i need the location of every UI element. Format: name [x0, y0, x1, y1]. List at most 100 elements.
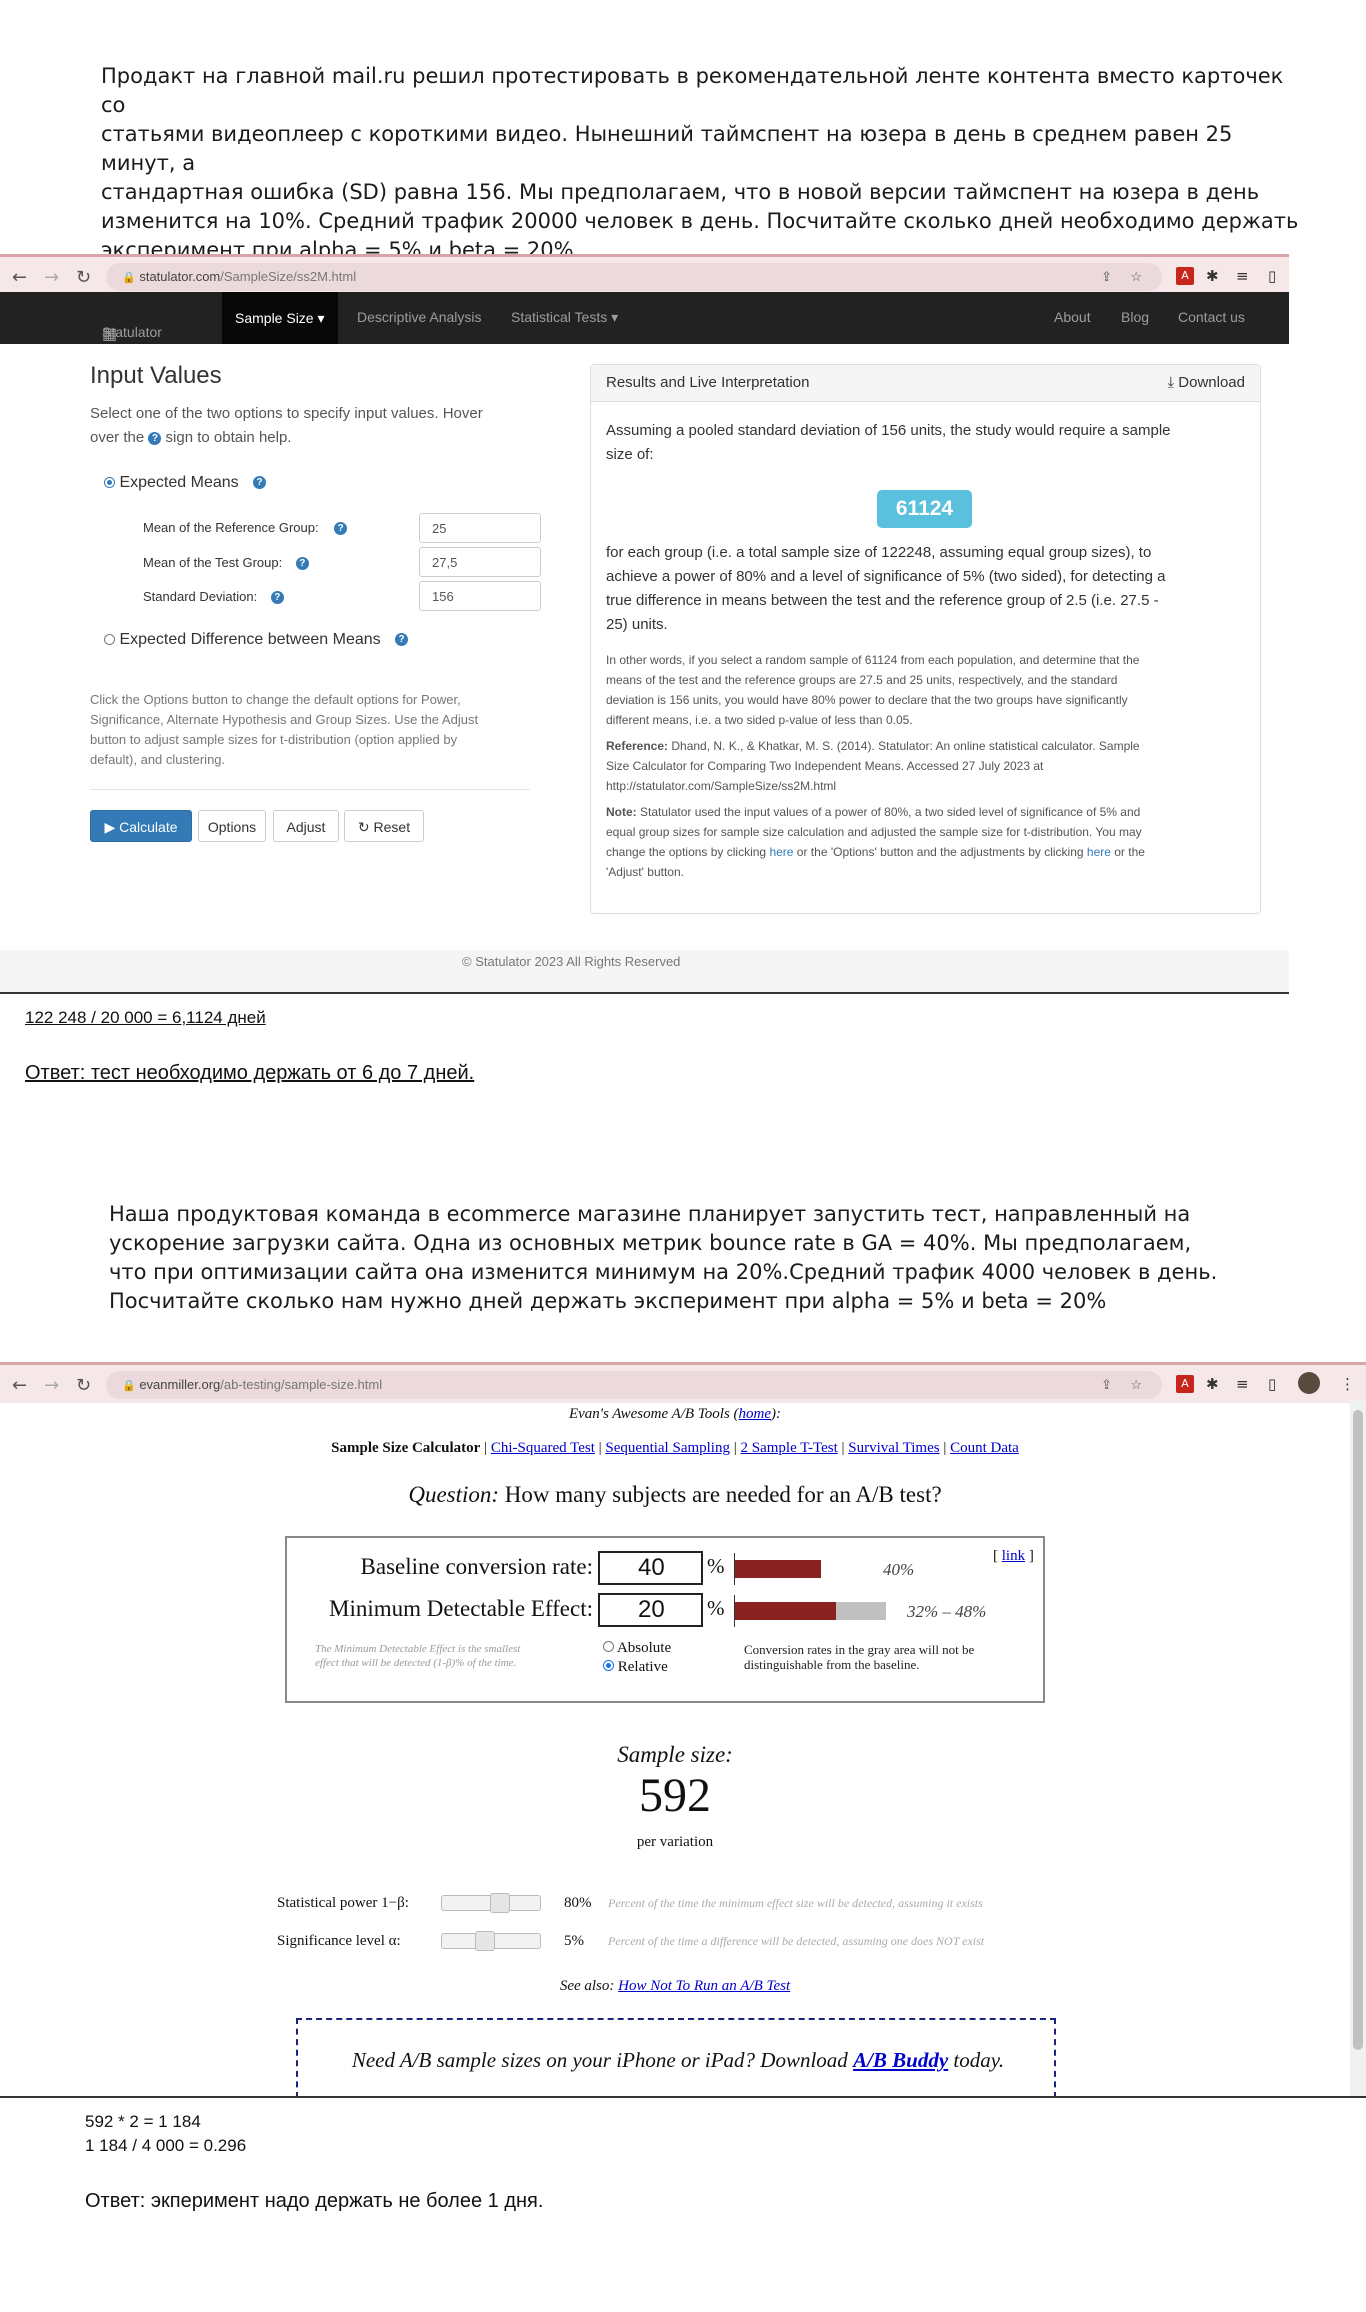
task2-text: Наша продуктовая команда в ecommerce маг…	[109, 1200, 1309, 1316]
nav-sequential[interactable]: Sequential Sampling	[605, 1440, 730, 1456]
extensions-icon[interactable]: ✱	[1206, 1375, 1219, 1393]
side-panel-icon[interactable]: ▯	[1268, 267, 1276, 285]
baseline-input[interactable]: 40	[598, 1551, 703, 1585]
home-link[interactable]: home	[739, 1406, 772, 1422]
profile-avatar[interactable]	[1298, 1372, 1320, 1394]
adjust-here-link[interactable]: here	[1087, 845, 1111, 859]
option-expected-difference[interactable]: Expected Difference between Means ?	[104, 631, 409, 649]
note-line: or the	[1110, 845, 1145, 859]
baseline-bar-fill	[735, 1560, 821, 1578]
input-help: Select one of the two options to specify…	[90, 402, 560, 450]
task1-text: Продакт на главной mail.ru решил протест…	[101, 62, 1301, 265]
share-icon[interactable]: ⇪	[1101, 263, 1112, 291]
field-label-reference: Mean of the Reference Group: ?	[143, 520, 348, 536]
statulator-navbar: ▦ Statulator Sample Size ▾ Descriptive A…	[0, 292, 1289, 344]
options-here-link[interactable]: here	[769, 845, 793, 859]
nav-chi-squared[interactable]: Chi-Squared Test	[491, 1440, 595, 1456]
nav-statistical-tests[interactable]: Statistical Tests ▾	[511, 309, 618, 326]
nav-count-data[interactable]: Count Data	[950, 1440, 1019, 1456]
nav-survival[interactable]: Survival Times	[848, 1440, 939, 1456]
baseline-bar	[734, 1553, 886, 1585]
how-not-to-run-link[interactable]: How Not To Run an A/B Test	[618, 1978, 790, 1994]
options-note-line: Click the Options button to change the d…	[90, 692, 461, 707]
relative-option[interactable]: Relative	[603, 1659, 668, 1676]
reference: Reference: Dhand, N. K., & Khatkar, M. S…	[606, 736, 1246, 796]
menu-icon[interactable]: ⋮	[1340, 1375, 1355, 1393]
radio-icon[interactable]	[104, 634, 115, 646]
question-text: How many subjects are needed for an A/B …	[499, 1482, 942, 1507]
download-link[interactable]: ⤓ Download	[1167, 374, 1245, 391]
significance-slider[interactable]	[441, 1931, 541, 1951]
results-panel-header: Results and Live Interpretation ⤓ Downlo…	[591, 365, 1260, 402]
tools-title: Evan's Awesome A/B Tools (home):	[0, 1406, 1350, 1423]
reset-button[interactable]: ↻ Reset	[344, 810, 424, 842]
nav-about[interactable]: About	[1054, 309, 1091, 325]
star-icon[interactable]: ☆	[1130, 1371, 1142, 1399]
calculate-button[interactable]: ▶ Calculate	[90, 810, 192, 842]
test-mean-input[interactable]: 27,5	[419, 547, 541, 577]
see-also-text: See also:	[559, 1978, 619, 1994]
forward-icon[interactable]: →	[44, 267, 59, 288]
extensions-icon[interactable]: ✱	[1206, 267, 1219, 285]
pdf-extension-icon[interactable]: A	[1176, 267, 1194, 285]
scrollbar[interactable]	[1350, 1400, 1366, 2097]
note-line: or the 'Options' button and the adjustme…	[793, 845, 1087, 859]
star-icon[interactable]: ☆	[1130, 263, 1142, 291]
address-bar[interactable]: 🔒 evanmiller.org/ab-testing/sample-size.…	[106, 1371, 1162, 1399]
other-words-line: In other words, if you select a random s…	[606, 653, 1140, 667]
help-icon: ?	[253, 476, 267, 490]
pdf-extension-icon[interactable]: A	[1176, 1375, 1194, 1393]
link-button[interactable]: [ link ]	[993, 1548, 1034, 1565]
back-icon[interactable]: ←	[12, 267, 27, 288]
sd-input[interactable]: 156	[419, 581, 541, 611]
nav-t-test[interactable]: 2 Sample T-Test	[741, 1440, 838, 1456]
share-icon[interactable]: ⇪	[1101, 1371, 1112, 1399]
significance-slider-knob[interactable]	[475, 1931, 495, 1951]
nav-sample-size[interactable]: Sample Size ▾	[222, 292, 338, 344]
radio-icon[interactable]	[603, 1641, 614, 1652]
radio-selected-icon[interactable]	[603, 1660, 614, 1671]
field-label-test: Mean of the Test Group: ?	[143, 555, 309, 571]
reload-icon[interactable]: ↻	[76, 267, 91, 288]
baseline-label: Baseline conversion rate:	[360, 1554, 593, 1579]
mde-note-line: The Minimum Detectable Effect is the sma…	[315, 1643, 521, 1655]
back-icon[interactable]: ←	[12, 1375, 27, 1396]
question-label: Question:	[408, 1482, 500, 1507]
option-expected-means[interactable]: Expected Means ?	[104, 474, 267, 492]
task1-line: статьями видеоплеер с короткими видео. Н…	[101, 122, 1233, 175]
reload-icon[interactable]: ↻	[76, 1375, 91, 1396]
forward-icon[interactable]: →	[44, 1375, 59, 1396]
other-words: In other words, if you select a random s…	[606, 650, 1246, 730]
side-panel-icon[interactable]: ▯	[1268, 1375, 1276, 1393]
task1-line: стандартная ошибка (SD) равна 156. Мы пр…	[101, 180, 1260, 204]
task2-line: что при оптимизации сайта она изменится …	[109, 1260, 1218, 1284]
mde-input[interactable]: 20	[598, 1593, 703, 1627]
footer-text: © Statulator 2023 All Rights Reserved	[462, 954, 681, 969]
nav-descriptive-analysis[interactable]: Descriptive Analysis	[357, 309, 482, 325]
reference-line: http://statulator.com/SampleSize/ss2M.ht…	[606, 779, 837, 793]
download-label: Download	[1178, 374, 1245, 391]
absolute-option[interactable]: Absolute	[603, 1640, 671, 1657]
input-help-line: Select one of the two options to specify…	[90, 405, 483, 422]
result-intro-line: size of:	[606, 446, 654, 463]
result-body-line: true difference in means between the tes…	[606, 592, 1159, 609]
power-slider-knob[interactable]	[490, 1893, 510, 1913]
browser-toolbar-1: ← → ↻ 🔒 statulator.com/SampleSize/ss2M.h…	[0, 254, 1289, 295]
answer1-text: Ответ: тест необходимо держать от 6 до 7…	[25, 1062, 475, 1084]
ab-buddy-link[interactable]: A/B Buddy	[853, 2048, 948, 2072]
promo-line: today.	[948, 2048, 1005, 2072]
options-button[interactable]: Options	[198, 810, 266, 842]
power-slider[interactable]	[441, 1893, 541, 1913]
reading-list-icon[interactable]: ≡	[1236, 1375, 1249, 1393]
radio-selected-icon[interactable]	[104, 477, 115, 489]
adjust-button[interactable]: Adjust	[273, 810, 339, 842]
task1-line: изменится на 10%. Средний трафик 20000 ч…	[101, 209, 1299, 233]
reference-mean-input[interactable]: 25	[419, 513, 541, 543]
nav-contact[interactable]: Contact us	[1178, 309, 1245, 325]
other-words-line: means of the test and the reference grou…	[606, 673, 1118, 687]
scrollbar-thumb[interactable]	[1353, 1410, 1363, 2050]
nav-blog[interactable]: Blog	[1121, 309, 1149, 325]
reading-list-icon[interactable]: ≡	[1236, 267, 1249, 285]
power-label: Statistical power 1−β:	[277, 1895, 409, 1911]
address-bar[interactable]: 🔒 statulator.com/SampleSize/ss2M.html ⇪ …	[106, 263, 1162, 291]
